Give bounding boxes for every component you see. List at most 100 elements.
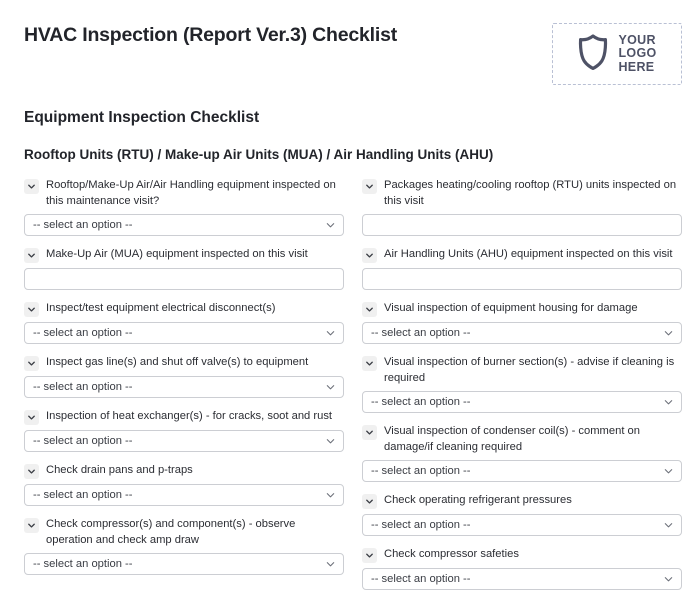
field-label-row: Air Handling Units (AHU) equipment inspe… xyxy=(362,247,682,268)
field-label-row: Visual inspection of condenser coil(s) -… xyxy=(362,424,682,460)
field-label-row: Rooftop/Make-Up Air/Air Handling equipme… xyxy=(24,178,344,214)
checklist-field: Rooftop/Make-Up Air/Air Handling equipme… xyxy=(24,178,344,236)
chevron-down-icon[interactable] xyxy=(24,518,39,533)
chevron-down-icon[interactable] xyxy=(362,302,377,317)
checklist-field: Check drain pans and p-traps -- select an… xyxy=(24,463,344,506)
field-label: Make-Up Air (MUA) equipment inspected on… xyxy=(46,248,308,260)
checklist-field: Air Handling Units (AHU) equipment inspe… xyxy=(362,247,682,290)
checklist-field: Check compressor safeties -- select an op… xyxy=(362,547,682,590)
field-label-row: Inspect/test equipment electrical discon… xyxy=(24,301,344,322)
field-label-row: Check compressor(s) and component(s) - o… xyxy=(24,517,344,553)
field-label-row: Check compressor safeties xyxy=(362,547,682,568)
chevron-down-icon xyxy=(325,436,336,447)
field-label: Inspect/test equipment electrical discon… xyxy=(46,302,276,314)
field-label: Visual inspection of burner section(s) -… xyxy=(384,356,675,384)
select-dropdown[interactable]: -- select an option -- xyxy=(24,214,344,236)
logo-line-3: HERE xyxy=(618,59,655,74)
select-dropdown[interactable]: -- select an option -- xyxy=(362,460,682,482)
checklist-field: Inspect gas line(s) and shut off valve(s… xyxy=(24,355,344,398)
logo-text: YOUR LOGO HERE xyxy=(618,33,657,75)
text-input[interactable] xyxy=(362,214,682,236)
chevron-down-icon[interactable] xyxy=(24,464,39,479)
checklist-column-right: Packages heating/cooling rooftop (RTU) u… xyxy=(362,178,682,592)
field-label: Check compressor safeties xyxy=(384,548,519,560)
select-dropdown[interactable]: -- select an option -- xyxy=(24,430,344,452)
select-dropdown[interactable]: -- select an option -- xyxy=(362,391,682,413)
select-value: -- select an option -- xyxy=(371,519,471,531)
chevron-down-icon[interactable] xyxy=(362,494,377,509)
checklist-field: Visual inspection of condenser coil(s) -… xyxy=(362,424,682,482)
field-label-row: Visual inspection of equipment housing f… xyxy=(362,301,682,322)
select-value: -- select an option -- xyxy=(371,573,471,585)
logo-placeholder: YOUR LOGO HERE xyxy=(552,23,682,85)
field-label: Check drain pans and p-traps xyxy=(46,464,193,476)
chevron-down-icon[interactable] xyxy=(24,248,39,263)
checklist-field: Check operating refrigerant pressures -- … xyxy=(362,493,682,536)
field-label: Rooftop/Make-Up Air/Air Handling equipme… xyxy=(46,179,336,207)
field-label-row: Packages heating/cooling rooftop (RTU) u… xyxy=(362,178,682,214)
chevron-down-icon xyxy=(663,397,674,408)
select-dropdown[interactable]: -- select an option -- xyxy=(24,484,344,506)
chevron-down-icon[interactable] xyxy=(24,410,39,425)
select-value: -- select an option -- xyxy=(33,381,133,393)
checklist-column-left: Rooftop/Make-Up Air/Air Handling equipme… xyxy=(24,178,344,586)
field-label: Check operating refrigerant pressures xyxy=(384,494,572,506)
field-label: Visual inspection of equipment housing f… xyxy=(384,302,638,314)
checklist-form: Rooftop/Make-Up Air/Air Handling equipme… xyxy=(0,164,700,592)
chevron-down-icon[interactable] xyxy=(24,179,39,194)
chevron-down-icon[interactable] xyxy=(362,356,377,371)
select-value: -- select an option -- xyxy=(33,219,133,231)
checklist-field: Inspection of heat exchanger(s) - for cr… xyxy=(24,409,344,452)
select-value: -- select an option -- xyxy=(33,558,133,570)
subsection-title: Rooftop Units (RTU) / Make-up Air Units … xyxy=(24,147,494,162)
page-header: HVAC Inspection (Report Ver.3) Checklist… xyxy=(0,0,700,100)
field-label-row: Inspect gas line(s) and shut off valve(s… xyxy=(24,355,344,376)
section-title: Equipment Inspection Checklist xyxy=(24,109,260,126)
select-value: -- select an option -- xyxy=(371,465,471,477)
select-value: -- select an option -- xyxy=(33,435,133,447)
checklist-field: Inspect/test equipment electrical discon… xyxy=(24,301,344,344)
select-value: -- select an option -- xyxy=(33,327,133,339)
chevron-down-icon[interactable] xyxy=(362,548,377,563)
chevron-down-icon[interactable] xyxy=(362,248,377,263)
field-label: Packages heating/cooling rooftop (RTU) u… xyxy=(384,179,677,207)
chevron-down-icon[interactable] xyxy=(362,425,377,440)
chevron-down-icon xyxy=(663,520,674,531)
chevron-down-icon xyxy=(663,574,674,585)
checklist-field: Check compressor(s) and component(s) - o… xyxy=(24,517,344,575)
field-label-row: Check operating refrigerant pressures xyxy=(362,493,682,514)
chevron-down-icon[interactable] xyxy=(24,356,39,371)
field-label: Visual inspection of condenser coil(s) -… xyxy=(384,425,640,453)
select-dropdown[interactable]: -- select an option -- xyxy=(362,514,682,536)
chevron-down-icon xyxy=(325,559,336,570)
chevron-down-icon xyxy=(325,490,336,501)
field-label: Inspection of heat exchanger(s) - for cr… xyxy=(46,410,333,422)
chevron-down-icon[interactable] xyxy=(362,179,377,194)
select-dropdown[interactable]: -- select an option -- xyxy=(362,568,682,590)
chevron-down-icon xyxy=(663,328,674,339)
checklist-field: Make-Up Air (MUA) equipment inspected on… xyxy=(24,247,344,290)
select-dropdown[interactable]: -- select an option -- xyxy=(24,553,344,575)
text-input[interactable] xyxy=(362,268,682,290)
field-label-row: Inspection of heat exchanger(s) - for cr… xyxy=(24,409,344,430)
select-dropdown[interactable]: -- select an option -- xyxy=(24,376,344,398)
logo-line-2: LOGO xyxy=(618,46,657,61)
chevron-down-icon xyxy=(325,382,336,393)
chevron-down-icon[interactable] xyxy=(24,302,39,317)
checklist-field: Packages heating/cooling rooftop (RTU) u… xyxy=(362,178,682,236)
chevron-down-icon xyxy=(663,466,674,477)
chevron-down-icon xyxy=(325,328,336,339)
checklist-field: Visual inspection of equipment housing f… xyxy=(362,301,682,344)
select-dropdown[interactable]: -- select an option -- xyxy=(24,322,344,344)
checklist-field: Visual inspection of burner section(s) -… xyxy=(362,355,682,413)
field-label-row: Check drain pans and p-traps xyxy=(24,463,344,484)
text-input[interactable] xyxy=(24,268,344,290)
field-label: Check compressor(s) and component(s) - o… xyxy=(46,518,296,546)
field-label-row: Make-Up Air (MUA) equipment inspected on… xyxy=(24,247,344,268)
field-label-row: Visual inspection of burner section(s) -… xyxy=(362,355,682,391)
chevron-down-icon xyxy=(325,220,336,231)
select-dropdown[interactable]: -- select an option -- xyxy=(362,322,682,344)
shield-icon xyxy=(577,33,609,76)
select-value: -- select an option -- xyxy=(371,396,471,408)
select-value: -- select an option -- xyxy=(33,489,133,501)
